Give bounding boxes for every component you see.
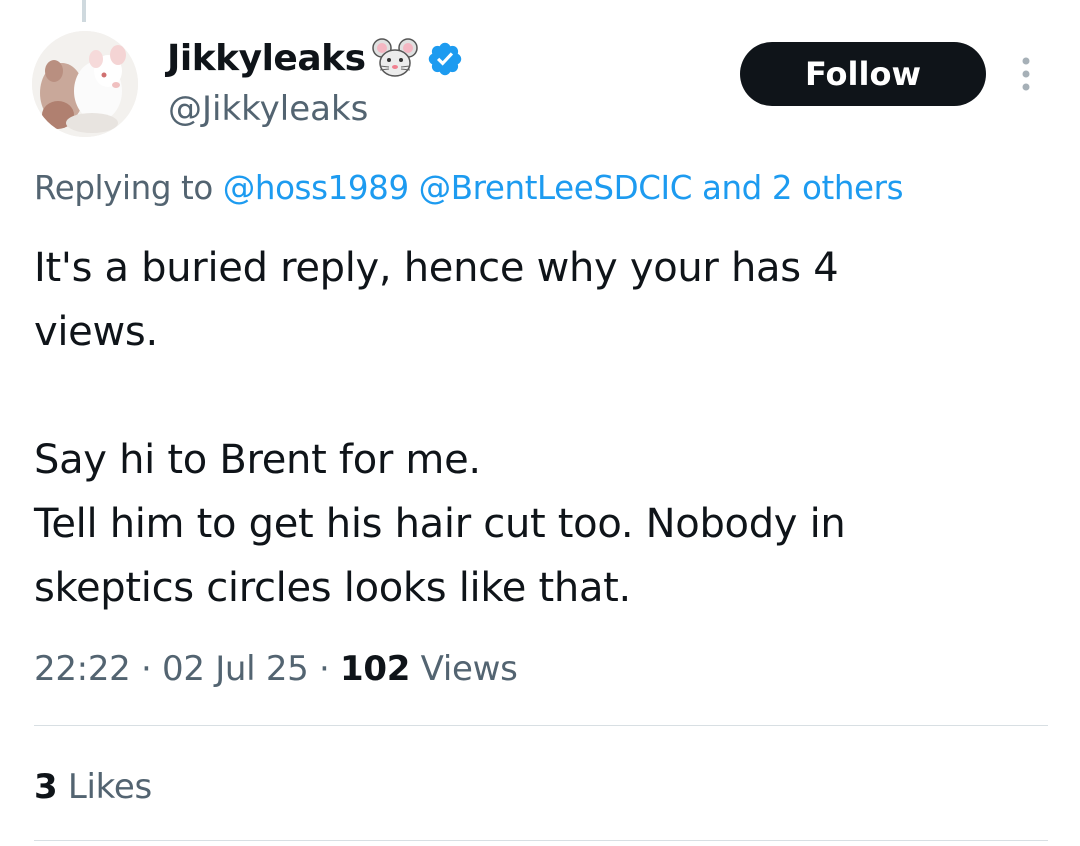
- avatar-image: [32, 31, 138, 137]
- mention-link[interactable]: @hoss1989: [223, 169, 409, 207]
- verified-badge-icon[interactable]: [426, 40, 464, 78]
- likes-link[interactable]: 3 Likes: [34, 764, 152, 810]
- divider: [34, 840, 1048, 841]
- author-display-name[interactable]: Jikkyleaks: [167, 34, 366, 84]
- meta-separator: ·: [141, 649, 152, 689]
- meta-separator: ·: [319, 649, 330, 689]
- reply-context: Replying to @hoss1989 @BrentLeeSDCIC and…: [34, 166, 904, 210]
- divider: [34, 725, 1048, 726]
- reply-others-link[interactable]: and 2 others: [702, 169, 904, 207]
- tweet-line: skeptics circles looks like that.: [34, 565, 631, 611]
- more-options-button[interactable]: [1008, 52, 1044, 96]
- likes-count: 3: [34, 767, 58, 807]
- views-label: Views: [420, 649, 518, 689]
- thread-connector-line: [82, 0, 86, 22]
- tweet-line: Tell him to get his hair cut too. Nobody…: [34, 501, 846, 547]
- author-handle[interactable]: @Jikkyleaks: [168, 88, 368, 130]
- author-name-row[interactable]: Jikkyleaks: [167, 34, 464, 84]
- tweet-line: views.: [34, 309, 158, 355]
- tweet-text: It's a buried reply, hence why your has …: [34, 236, 1034, 620]
- tweet-time[interactable]: 22:22: [34, 649, 131, 689]
- tweet-meta: 22:22 · 02 Jul 25 · 102 Views: [34, 646, 518, 692]
- mouse-face-icon: [371, 38, 418, 77]
- mention-link[interactable]: @BrentLeeSDCIC: [419, 169, 693, 207]
- tweet-line: It's a buried reply, hence why your has …: [34, 245, 839, 291]
- views-count: 102: [340, 649, 411, 689]
- follow-button[interactable]: Follow: [740, 42, 986, 106]
- more-vertical-icon: [1022, 57, 1030, 91]
- tweet-line: Say hi to Brent for me.: [34, 437, 481, 483]
- likes-label: Likes: [67, 767, 152, 807]
- avatar[interactable]: [32, 31, 138, 137]
- tweet-date[interactable]: 02 Jul 25: [162, 649, 309, 689]
- reply-prefix: Replying to: [34, 169, 213, 207]
